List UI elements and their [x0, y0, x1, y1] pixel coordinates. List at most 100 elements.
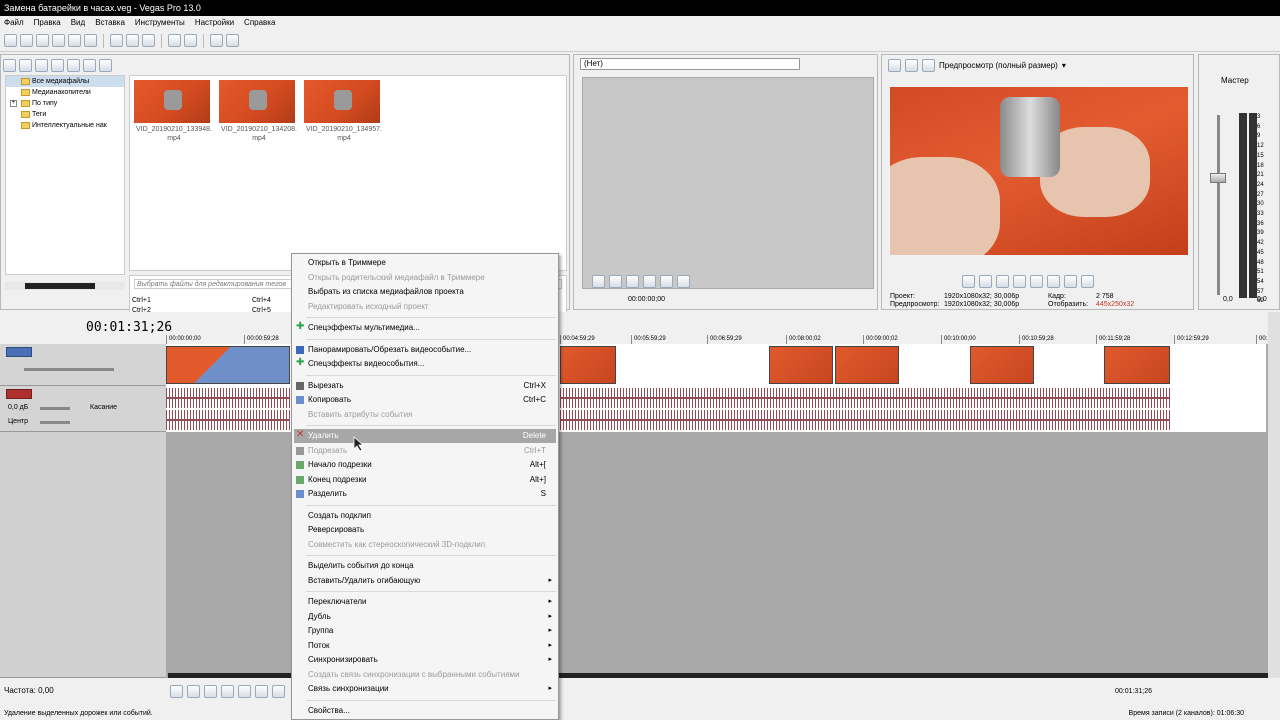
redo-icon[interactable]	[184, 34, 197, 47]
menu-item[interactable]: Вставка	[95, 16, 125, 30]
undo-icon[interactable]	[168, 34, 181, 47]
play-start-icon[interactable]	[996, 275, 1009, 288]
context-menu-item[interactable]: Панорамировать/Обрезать видеособытие...	[294, 343, 556, 357]
tree-item[interactable]: + По типу	[6, 98, 124, 109]
play-icon[interactable]	[221, 685, 234, 698]
video-track-header[interactable]	[0, 344, 166, 386]
new-project-icon[interactable]	[4, 34, 17, 47]
context-menu-item[interactable]: Реверсировать	[294, 523, 556, 537]
copy-icon[interactable]	[126, 34, 139, 47]
open-icon[interactable]	[20, 34, 33, 47]
menu-item[interactable]: Справка	[244, 16, 275, 30]
tree-scrollbar[interactable]	[5, 282, 125, 290]
context-menu-item[interactable]: ✕ Удалить Delete	[294, 429, 556, 443]
menu-item[interactable]: Инструменты	[135, 16, 185, 30]
context-menu-item[interactable]: Разделить S	[294, 487, 556, 501]
context-menu-item[interactable]: Начало подрезки Alt+[	[294, 458, 556, 472]
context-menu-item[interactable]: Создать подклип	[294, 509, 556, 523]
help-icon[interactable]	[226, 34, 239, 47]
timeline-vscroll[interactable]	[1268, 312, 1280, 678]
context-menu-item[interactable]: Переключатели ▸	[294, 595, 556, 609]
get-media-icon[interactable]	[35, 58, 48, 72]
save-icon[interactable]	[36, 34, 49, 47]
go-start-icon[interactable]	[272, 685, 285, 698]
menu-item[interactable]: Вид	[71, 16, 85, 30]
trimmer-dropdown[interactable]: (Нет)	[580, 58, 800, 70]
loop-icon[interactable]	[592, 275, 605, 288]
pause-icon[interactable]	[1030, 275, 1043, 288]
video-event[interactable]	[1104, 346, 1170, 384]
prev-frame-icon[interactable]	[660, 275, 673, 288]
audio-waveform[interactable]	[560, 410, 1170, 430]
context-menu-item[interactable]: Группа ▸	[294, 624, 556, 638]
audio-mode[interactable]: Касание	[90, 404, 117, 411]
menu-item[interactable]: Настройки	[195, 16, 234, 30]
chevron-down-icon[interactable]: ▾	[1062, 61, 1066, 70]
video-event[interactable]	[560, 346, 616, 384]
audio-waveform[interactable]	[166, 410, 290, 430]
stop-icon[interactable]	[1047, 275, 1060, 288]
cut-icon[interactable]	[110, 34, 123, 47]
tree-item[interactable]: Теги	[6, 109, 124, 120]
zoom-icon[interactable]	[51, 58, 64, 72]
trimmer-view[interactable]	[582, 77, 874, 289]
video-event[interactable]	[835, 346, 899, 384]
media-thumbnail[interactable]: VID_20190210_134208. mp4	[219, 80, 299, 143]
video-event[interactable]	[166, 346, 290, 384]
loop-icon[interactable]	[187, 685, 200, 698]
audio-waveform[interactable]	[560, 388, 1170, 408]
video-event[interactable]	[769, 346, 833, 384]
next-frame-icon[interactable]	[677, 275, 690, 288]
context-menu-item[interactable]: Поток ▸	[294, 639, 556, 653]
tree-item[interactable]: Медианакопители	[6, 87, 124, 98]
pause-icon[interactable]	[626, 275, 639, 288]
stop-icon[interactable]	[255, 685, 268, 698]
views-icon[interactable]	[83, 58, 96, 72]
audio-waveform[interactable]	[166, 388, 290, 408]
play-icon[interactable]	[609, 275, 622, 288]
loop-icon[interactable]	[979, 275, 992, 288]
properties-icon[interactable]	[84, 34, 97, 47]
context-menu-item[interactable]: Конец подрезки Alt+]	[294, 473, 556, 487]
context-menu-item[interactable]: Выделить события до конца	[294, 559, 556, 573]
volume-slider[interactable]	[40, 407, 70, 410]
go-start-icon[interactable]	[1064, 275, 1077, 288]
save-as-icon[interactable]	[52, 34, 65, 47]
ripple-icon[interactable]	[210, 34, 223, 47]
context-menu-item[interactable]: Открыть в Триммере	[294, 256, 556, 270]
context-menu-item[interactable]: Выбрать из списка медиафайлов проекта	[294, 285, 556, 299]
menu-item[interactable]: Файл	[4, 16, 24, 30]
tree-item[interactable]: Все медиафайлы	[6, 76, 124, 87]
external-monitor-icon[interactable]	[905, 58, 918, 72]
audio-track-header[interactable]: 0,0 дБ Касание Центр	[0, 386, 166, 432]
go-end-icon[interactable]	[1081, 275, 1094, 288]
video-opacity-slider[interactable]	[24, 368, 114, 371]
record-icon[interactable]	[170, 685, 183, 698]
expand-icon[interactable]: +	[10, 100, 17, 107]
context-menu-item[interactable]: Копировать Ctrl+C	[294, 393, 556, 407]
play-start-icon[interactable]	[204, 685, 217, 698]
tree-item[interactable]: Интеллектуальные нак	[6, 120, 124, 131]
preview-props-icon[interactable]	[888, 58, 901, 72]
video-event[interactable]	[970, 346, 1034, 384]
context-menu-item[interactable]: Вставить/Удалить огибающую ▸	[294, 574, 556, 588]
context-menu-item[interactable]: Дубль ▸	[294, 610, 556, 624]
context-menu-item[interactable]: ✚ Спецэффекты мультимедиа...	[294, 321, 556, 335]
context-menu-item[interactable]: ✚ Спецэффекты видеособытия...	[294, 357, 556, 371]
media-thumbnail[interactable]: VID_20190210_134957. mp4	[304, 80, 384, 143]
play-icon[interactable]	[1013, 275, 1026, 288]
paste-icon[interactable]	[142, 34, 155, 47]
context-menu-item[interactable]: Синхронизировать ▸	[294, 653, 556, 667]
context-menu-item[interactable]: Свойства...	[294, 704, 556, 718]
menu-item[interactable]: Правка	[34, 16, 61, 30]
remove-icon[interactable]	[67, 58, 80, 72]
stop-icon[interactable]	[643, 275, 656, 288]
import-icon[interactable]	[3, 58, 16, 72]
render-icon[interactable]	[68, 34, 81, 47]
master-fader[interactable]	[1210, 173, 1226, 183]
capture-icon[interactable]	[19, 58, 32, 72]
pause-icon[interactable]	[238, 685, 251, 698]
context-menu-item[interactable]: Связь синхронизации ▸	[294, 682, 556, 696]
pan-slider[interactable]	[40, 421, 70, 424]
search-icon[interactable]	[99, 58, 112, 72]
